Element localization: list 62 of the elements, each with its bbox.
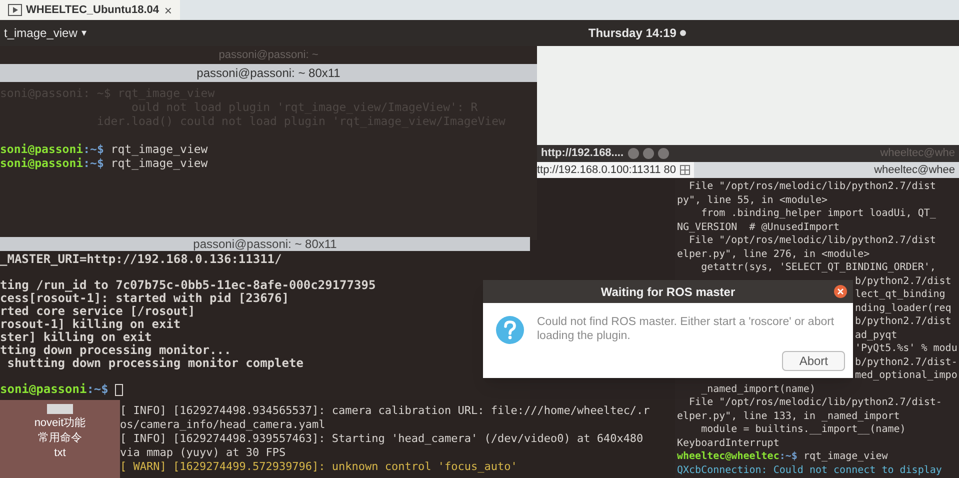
terminal-line: [ WARN] [1629274499.572939796]: unknown control 'focus_auto' xyxy=(120,460,518,474)
terminal-line: KeyboardInterrupt xyxy=(677,436,780,450)
terminal-line: os/camera_info/head_camera.yaml xyxy=(120,418,326,432)
terminal-line: rosout-1] killing on exit xyxy=(0,318,181,331)
terminal-line: NG_VERSION # @UnusedImport xyxy=(677,220,840,234)
clock[interactable]: Thursday 14:19 xyxy=(588,24,676,42)
terminal-line: getattr(sys, 'SELECT_QT_BINDING_ORDER', xyxy=(700,261,936,274)
minimize-icon[interactable] xyxy=(628,148,639,159)
window-title: passoni@passoni: ~ 80x11 xyxy=(196,65,340,82)
terminal-line: lect_qt_binding xyxy=(855,288,946,302)
terminal-line: 'PyQt5.%s' % modu xyxy=(855,342,958,356)
terminal-line: File "/opt/ros/melodic/lib/python2.7/dist xyxy=(688,234,936,248)
terminal-line: from .binding_helper import loadUi, QT_ xyxy=(700,207,936,220)
terminal-line: ting /run_id to 7c07b75c-0bb5-11ec-8afe-000c29177395 xyxy=(0,279,376,292)
close-icon[interactable] xyxy=(834,285,847,298)
url-bar[interactable]: ttp://192.168.0.100:11311 80 xyxy=(537,162,694,178)
prompt-line: wheeltec@wheeltec:~$ rqt_image_view xyxy=(677,450,888,464)
window-title: http://192.168.... xyxy=(541,146,624,162)
dialog-title: Waiting for ROS master xyxy=(600,284,736,300)
grid-icon xyxy=(680,165,690,175)
terminal-line: b/python2.7/dist xyxy=(855,315,952,328)
terminal-line: [ INFO] [1629274498.934565537]: camera calibration URL: file:///home/wheeltec/.r xyxy=(120,404,650,418)
terminal-line: b/python2.7/dist- xyxy=(855,356,958,369)
terminal-line: elper.py", line 133, in _named_import xyxy=(677,410,900,423)
question-icon xyxy=(495,315,525,345)
terminal-line: shutting down processing monitor complete xyxy=(7,357,304,370)
terminal-line: ad_pyqt xyxy=(855,328,898,342)
terminal-line: elper.py", line 276, in <module> xyxy=(677,248,870,261)
app-menu[interactable]: t_image_view ▾ xyxy=(0,24,86,42)
icon-label: noveit功能 常用命令 txt xyxy=(34,416,86,461)
terminal-line: b/python2.7/dist xyxy=(855,274,952,288)
close-button[interactable]: × xyxy=(164,4,172,16)
terminal-line: module = builtins.__import__(name) xyxy=(700,423,906,436)
terminal-line: rted core service [/rosout] xyxy=(0,305,196,318)
terminal-line: ster] killing on exit xyxy=(0,331,152,344)
window-title: wheeltec@whee xyxy=(874,162,956,178)
terminal-line: File "/opt/ros/melodic/lib/python2.7/dist xyxy=(688,180,936,194)
terminal-line: File "/opt/ros/melodic/lib/python2.7/dist- xyxy=(688,396,942,410)
dot-icon xyxy=(680,30,686,36)
maximize-icon[interactable] xyxy=(642,148,654,159)
desktop-icon[interactable]: noveit功能 常用命令 txt xyxy=(0,400,120,478)
vm-tab-title: WHEELTEC_Ubuntu18.04 xyxy=(26,2,160,18)
dialog-message: Could not find ROS master. Either start a 'roscore' or abort loading the plugin. xyxy=(537,315,836,344)
terminal-line: _MASTER_URI=http://192.168.0.136:11311/ xyxy=(0,253,282,266)
abort-button[interactable]: Abort xyxy=(782,351,845,371)
terminal-line: tting down processing monitor... xyxy=(0,344,232,357)
terminal-line: [ INFO] [1629274498.939557463]: Starting 'head_camera' (/dev/video0) at 640x480 xyxy=(120,432,644,446)
play-icon xyxy=(8,4,22,16)
terminal-line: via mmap (yuyv) at 30 FPS xyxy=(120,446,286,460)
window-title: passoni@passoni: ~ xyxy=(218,48,318,63)
prompt-line: soni@passoni:~$ rqt_image_view xyxy=(0,142,208,156)
terminal-line: cess[rosout-1]: started with pid [23676] xyxy=(0,292,289,305)
vm-tab[interactable]: WHEELTEC_Ubuntu18.04 × xyxy=(0,0,180,20)
prompt-line: soni@passoni:~$ rqt_image_view xyxy=(0,156,208,170)
prompt-line: soni@passoni:~$ xyxy=(0,383,124,396)
terminal-line: _named_import(name) xyxy=(700,382,816,396)
terminal-line: py", line 55, in <module> xyxy=(677,194,828,207)
terminal-line: med_optional_impo xyxy=(855,369,958,382)
terminal-line: nding_loader(req xyxy=(855,302,952,315)
file-icon xyxy=(47,404,73,414)
window-title: passoni@passoni: ~ 80x11 xyxy=(193,236,337,253)
terminal-line: QXcbConnection: Could not connect to display xyxy=(677,464,942,477)
